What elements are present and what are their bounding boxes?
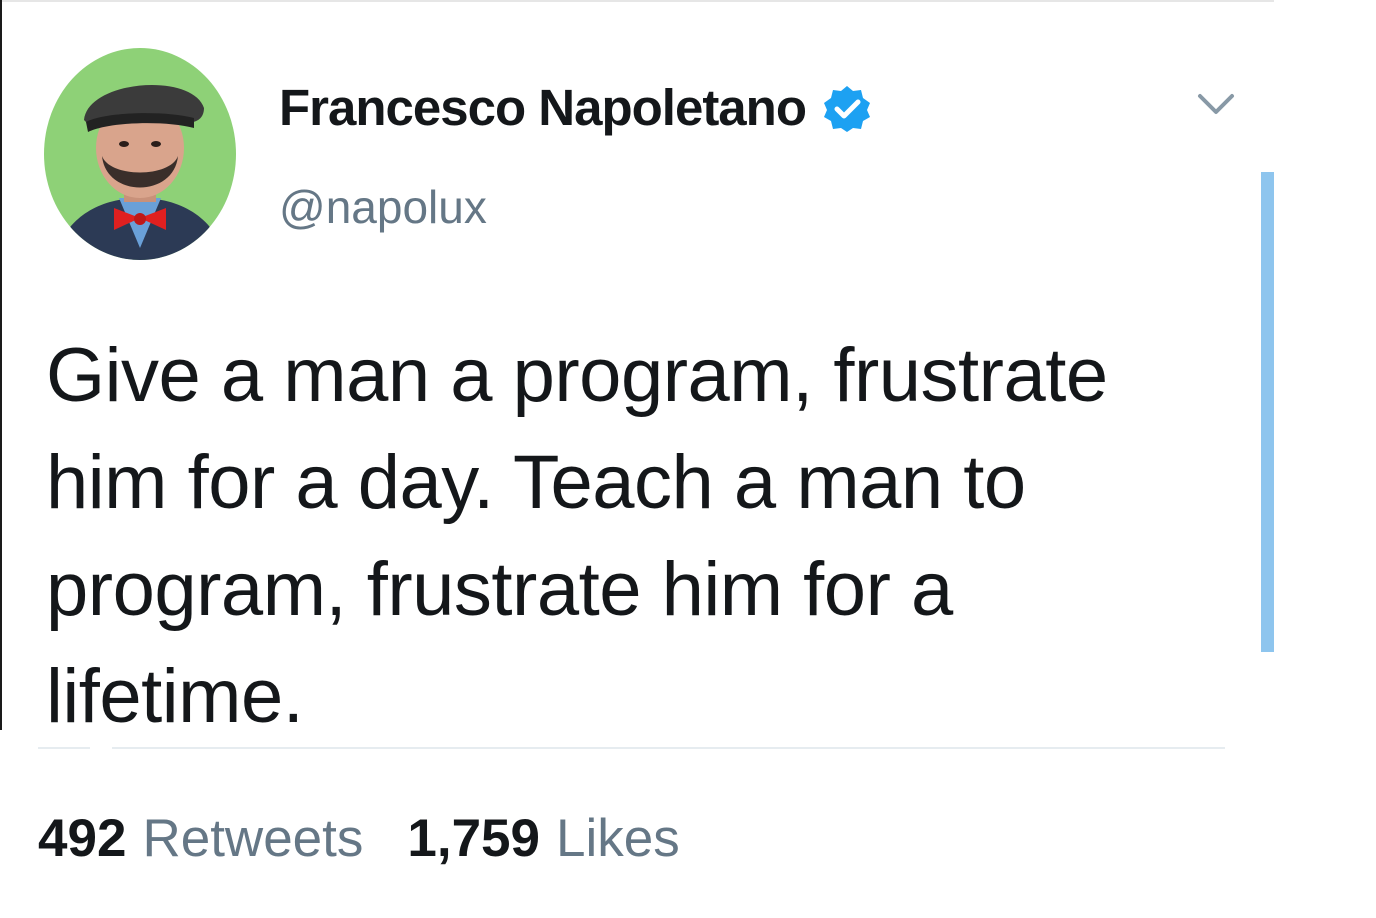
scrollbar[interactable] bbox=[1261, 172, 1274, 652]
tweet-stats: 492 Retweets 1,759 Likes bbox=[38, 808, 680, 869]
divider bbox=[38, 747, 90, 749]
likes-stat[interactable]: 1,759 Likes bbox=[407, 808, 679, 869]
likes-label: Likes bbox=[556, 809, 680, 868]
avatar[interactable] bbox=[44, 48, 236, 260]
tweet-card: Francesco Napoletano @napolux Give a man… bbox=[0, 0, 1376, 918]
retweets-stat[interactable]: 492 Retweets bbox=[38, 808, 363, 869]
retweets-count: 492 bbox=[38, 809, 127, 868]
top-border bbox=[0, 0, 1274, 2]
likes-count: 1,759 bbox=[407, 809, 541, 868]
chevron-down-icon[interactable] bbox=[1196, 90, 1236, 120]
display-name[interactable]: Francesco Napoletano bbox=[279, 78, 807, 137]
verified-badge-icon bbox=[822, 84, 872, 134]
tweet-text: Give a man a program, frustrate him for … bbox=[46, 333, 1108, 739]
divider bbox=[112, 747, 1225, 749]
user-handle[interactable]: @napolux bbox=[279, 180, 487, 234]
retweets-label: Retweets bbox=[142, 809, 364, 868]
left-border bbox=[0, 0, 2, 730]
user-avatar-photo bbox=[44, 48, 236, 260]
